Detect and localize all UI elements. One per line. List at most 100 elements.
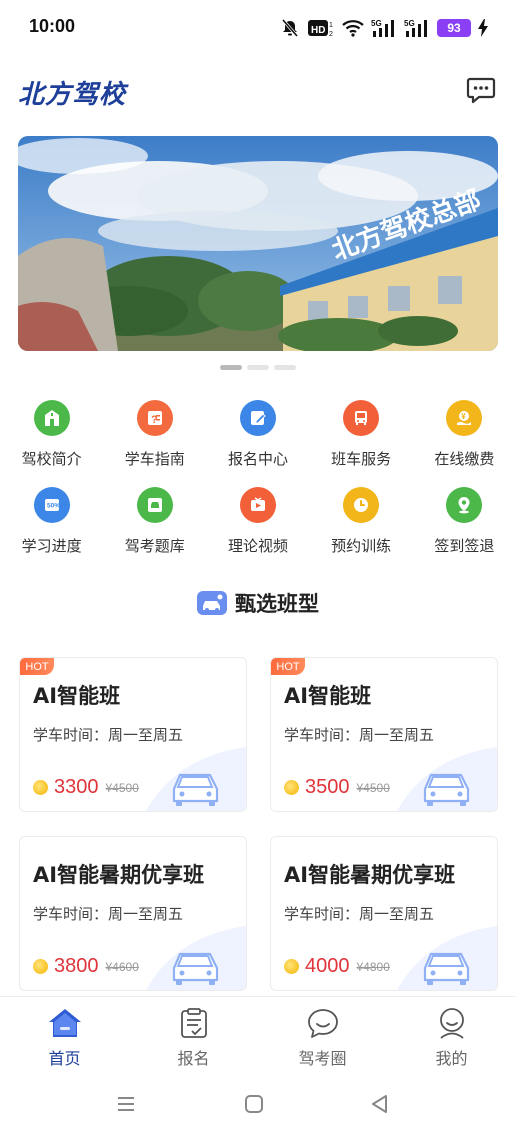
- menu-label: 班车服务: [331, 450, 392, 468]
- clipboard-icon: [180, 1008, 207, 1038]
- menu-row: 驾校简介 ? 学车指南 报名中心 班车服务 ¥ 在线缴费: [0, 400, 516, 487]
- bottom-tab-bar: 首页 报名 驾考圈 我的: [0, 996, 516, 1070]
- mute-bell-icon: [281, 19, 299, 37]
- tab-label: 首页: [48, 1049, 81, 1068]
- system-nav-bar: [0, 1076, 516, 1135]
- signup-icon: [239, 400, 276, 436]
- location-icon: [446, 487, 483, 523]
- menu-item-signup-center[interactable]: 报名中心: [206, 400, 309, 487]
- course-price: 3800: [54, 955, 99, 977]
- course-old-price: ¥4800: [356, 959, 390, 974]
- course-time: 学车时间：周一至周五: [33, 905, 184, 923]
- svg-text:50%: 50%: [47, 503, 60, 510]
- menu-label: 学车指南: [124, 450, 185, 468]
- banner-image: 北方驾校总部: [18, 136, 498, 351]
- menu-item-check-in-out[interactable]: 签到签退: [413, 487, 516, 574]
- coin-icon: [33, 780, 48, 795]
- menu-label: 预约训练: [331, 537, 392, 555]
- carousel-dot[interactable]: [247, 365, 269, 370]
- app-header: 北方驾校: [18, 70, 498, 114]
- hot-badge: HOT: [20, 658, 54, 675]
- svg-text:1: 1: [329, 22, 333, 29]
- menu-label: 学习进度: [21, 537, 82, 555]
- menu-item-learning-guide[interactable]: ? 学车指南: [103, 400, 206, 487]
- course-price: 4000: [305, 955, 350, 977]
- car-icon: [146, 747, 246, 811]
- clock-icon: [343, 487, 380, 523]
- wifi-icon: [342, 20, 364, 37]
- message-button[interactable]: [466, 76, 496, 104]
- course-card[interactable]: AI智能暑期优享班 学车时间：周一至周五 3800 ¥4600: [19, 836, 247, 991]
- car-icon: [397, 747, 497, 811]
- course-card[interactable]: AI智能暑期优享班 学车时间：周一至周五 4000 ¥4800: [270, 836, 498, 991]
- school-icon: [33, 400, 70, 436]
- price-row: 3300 ¥4500: [33, 776, 139, 799]
- guide-icon: ?: [136, 400, 173, 436]
- section-title: 甄选班型: [235, 592, 319, 616]
- menu-nav-icon[interactable]: [116, 1094, 136, 1114]
- course-name: AI智能暑期优享班: [284, 863, 456, 887]
- course-time: 学车时间：周一至周五: [284, 905, 435, 923]
- home-nav-icon[interactable]: [244, 1094, 264, 1114]
- coin-icon: [284, 959, 299, 974]
- course-price: 3300: [54, 776, 99, 798]
- status-icons: HD 1 2 5G 5G 93: [280, 17, 488, 39]
- menu-row: 50% 学习进度 驾考题库 理论视频 预约训练 签到签退: [0, 487, 516, 574]
- menu-label: 理论视频: [227, 537, 288, 555]
- course-old-price: ¥4500: [356, 780, 390, 795]
- course-name: AI智能班: [33, 684, 121, 708]
- price-row: 3800 ¥4600: [33, 955, 139, 978]
- course-card[interactable]: HOT AI智能班 学车时间：周一至周五 3300 ¥4500: [19, 657, 247, 812]
- signal-5g-icon: 5G: [371, 19, 394, 37]
- progress-icon: 50%: [33, 487, 70, 523]
- tab-profile[interactable]: 我的: [387, 997, 516, 1070]
- car-badge-icon: [197, 591, 227, 615]
- course-name: AI智能暑期优享班: [33, 863, 205, 887]
- course-card[interactable]: HOT AI智能班 学车时间：周一至周五 3500 ¥4500: [270, 657, 498, 812]
- car-icon: [397, 926, 497, 990]
- message-icon: [466, 77, 496, 104]
- back-nav-icon[interactable]: [370, 1094, 390, 1114]
- course-name: AI智能班: [284, 684, 372, 708]
- menu-label: 驾校简介: [21, 450, 82, 468]
- menu-label: 报名中心: [227, 450, 288, 468]
- coin-icon: [33, 959, 48, 974]
- hd-icon: HD 1 2: [308, 20, 333, 38]
- carousel-dot[interactable]: [220, 365, 242, 370]
- app-screen: 10:00 HD 1 2 5G 5G 93 北方驾校 北方驾校总部 驾校简介 ?…: [0, 0, 516, 1135]
- menu-item-book-training[interactable]: 预约训练: [310, 487, 413, 574]
- charging-icon: [478, 19, 488, 37]
- status-time: 10:00: [29, 16, 76, 36]
- bus-icon: [343, 400, 380, 436]
- menu-label: 在线缴费: [434, 450, 495, 468]
- menu-item-learning-progress[interactable]: 50% 学习进度: [0, 487, 103, 574]
- price-row: 3500 ¥4500: [284, 776, 390, 799]
- carousel-indicator: [0, 365, 516, 370]
- tab-home[interactable]: 首页: [0, 997, 129, 1070]
- banner-carousel[interactable]: 北方驾校总部: [18, 136, 498, 351]
- svg-text:5G: 5G: [404, 19, 415, 28]
- menu-item-school-intro[interactable]: 驾校简介: [0, 400, 103, 487]
- course-price: 3500: [305, 776, 350, 798]
- svg-text:2: 2: [329, 31, 333, 38]
- tab-community[interactable]: 驾考圈: [258, 997, 387, 1070]
- menu-item-theory-video[interactable]: 理论视频: [206, 487, 309, 574]
- battery-indicator: 93: [437, 19, 471, 37]
- tab-label: 我的: [435, 1049, 468, 1068]
- status-bar: 10:00 HD 1 2 5G 5G 93: [0, 0, 516, 56]
- course-time: 学车时间：周一至周五: [284, 726, 435, 744]
- course-time: 学车时间：周一至周五: [33, 726, 184, 744]
- price-row: 4000 ¥4800: [284, 955, 390, 978]
- menu-item-online-payment[interactable]: ¥ 在线缴费: [413, 400, 516, 487]
- profile-icon: [439, 1008, 464, 1039]
- section-header: 甄选班型: [0, 588, 516, 618]
- payment-icon: ¥: [446, 400, 483, 436]
- menu-item-shuttle-bus[interactable]: 班车服务: [310, 400, 413, 487]
- coin-icon: [284, 780, 299, 795]
- svg-text:HD: HD: [311, 25, 325, 36]
- tab-signup[interactable]: 报名: [129, 997, 258, 1070]
- carousel-dot[interactable]: [274, 365, 296, 370]
- course-old-price: ¥4600: [105, 959, 139, 974]
- home-icon: [48, 1009, 81, 1037]
- menu-item-question-bank[interactable]: 驾考题库: [103, 487, 206, 574]
